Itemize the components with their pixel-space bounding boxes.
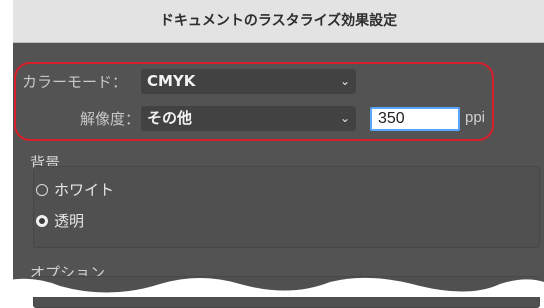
color-mode-label: カラーモード： (22, 73, 128, 91)
ppi-input[interactable]: 350 (370, 107, 460, 131)
resolution-label: 解像度： (80, 110, 141, 128)
chevron-down-icon: ⌄ (339, 74, 350, 88)
radio-button-on (36, 215, 48, 227)
dialog-title: ドキュメントのラスタライズ効果設定 (13, 0, 544, 43)
resolution-select[interactable]: その他 ⌄ (141, 106, 356, 131)
radio-label-white: ホワイト (54, 181, 115, 199)
resolution-value: その他 (147, 109, 193, 127)
radio-option-transparent[interactable]: 透明 (36, 210, 84, 231)
radio-option-white[interactable]: ホワイト (36, 179, 114, 200)
radio-button-off (36, 184, 48, 196)
chevron-down-icon: ⌄ (339, 111, 350, 125)
ppi-unit-label: ppi (465, 109, 486, 126)
torn-edge-decoration (0, 277, 544, 297)
color-mode-select[interactable]: CMYK ⌄ (141, 69, 356, 94)
color-mode-value: CMYK (147, 72, 196, 90)
radio-label-transparent: 透明 (54, 212, 85, 230)
rasterize-effects-dialog: ドキュメントのラスタライズ効果設定 カラーモード： CMYK ⌄ 解像度： その… (13, 0, 544, 308)
